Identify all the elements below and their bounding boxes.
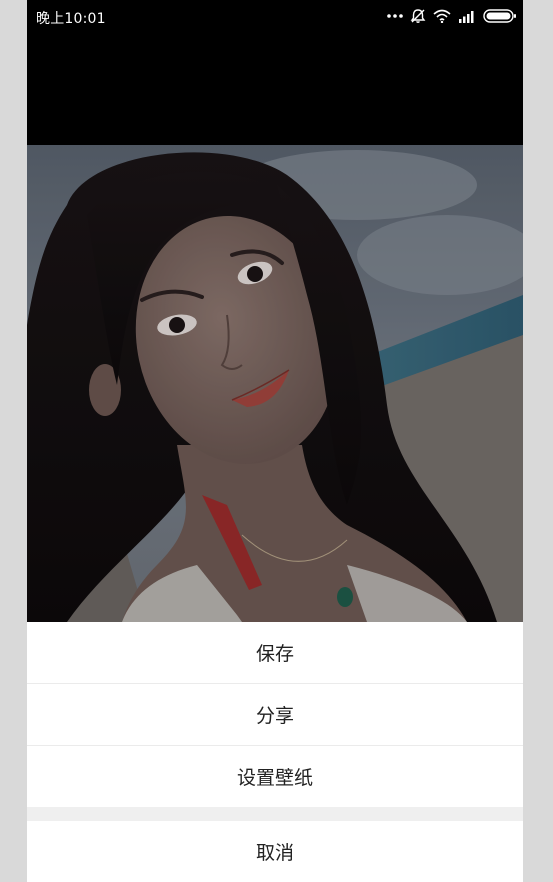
status-icons: [387, 6, 517, 26]
photo-illustration: [27, 145, 523, 622]
window-frame-right: [523, 0, 553, 882]
save-label: 保存: [255, 643, 294, 665]
phone-screen: 晚上10:01 保存 分享 设置壁纸 取消: [27, 0, 523, 882]
signal-icon: [458, 10, 476, 23]
sheet-separator-band: [27, 807, 523, 821]
window-frame-left: [0, 0, 27, 882]
set-wallpaper-label: 设置壁纸: [236, 767, 313, 789]
save-button[interactable]: 保存: [27, 622, 523, 683]
share-label: 分享: [255, 705, 294, 727]
alarm-off-icon: [410, 8, 426, 24]
action-sheet: 保存 分享 设置壁纸 取消: [27, 622, 523, 882]
more-dots-icon: [387, 13, 403, 19]
selfie-photo[interactable]: [27, 145, 523, 622]
wifi-icon: [433, 9, 451, 23]
set-wallpaper-button[interactable]: 设置壁纸: [27, 746, 523, 807]
status-bar: 晚上10:01: [27, 0, 523, 32]
battery-icon: [483, 9, 517, 23]
cancel-button[interactable]: 取消: [27, 821, 523, 882]
status-time: 晚上10:01: [36, 11, 106, 27]
cancel-label: 取消: [255, 842, 294, 864]
share-button[interactable]: 分享: [27, 684, 523, 745]
